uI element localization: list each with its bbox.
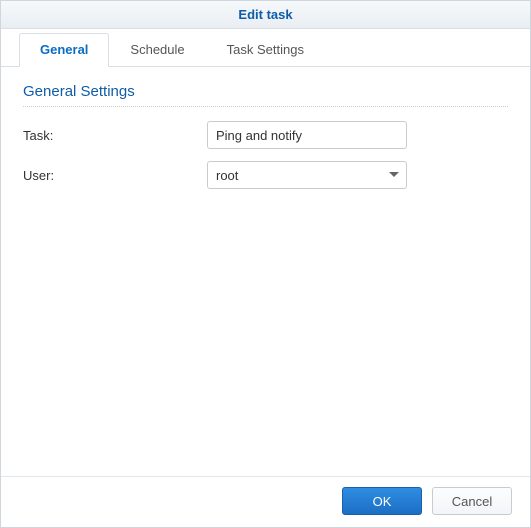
ok-button[interactable]: OK <box>342 487 422 515</box>
task-input[interactable] <box>207 121 407 149</box>
content-area: General Settings Task: User: root <box>1 67 530 476</box>
dialog-footer: OK Cancel <box>1 476 530 527</box>
task-label: Task: <box>23 128 207 143</box>
form-row-task: Task: <box>23 121 508 149</box>
user-select[interactable]: root <box>207 161 407 189</box>
tab-bar: General Schedule Task Settings <box>1 29 530 67</box>
cancel-button[interactable]: Cancel <box>432 487 512 515</box>
user-label: User: <box>23 168 207 183</box>
dialog-title: Edit task <box>238 7 292 22</box>
form-row-user: User: root <box>23 161 508 189</box>
tab-label: Schedule <box>130 42 184 57</box>
tab-schedule[interactable]: Schedule <box>109 33 205 67</box>
user-select-value: root <box>207 161 407 189</box>
tab-label: General <box>40 42 88 57</box>
tab-task-settings[interactable]: Task Settings <box>206 33 325 67</box>
titlebar: Edit task <box>1 1 530 29</box>
section-title: General Settings <box>23 83 508 100</box>
tab-general[interactable]: General <box>19 33 109 67</box>
edit-task-dialog: Edit task General Schedule Task Settings… <box>0 0 531 528</box>
section-divider <box>23 106 508 107</box>
tab-label: Task Settings <box>227 42 304 57</box>
